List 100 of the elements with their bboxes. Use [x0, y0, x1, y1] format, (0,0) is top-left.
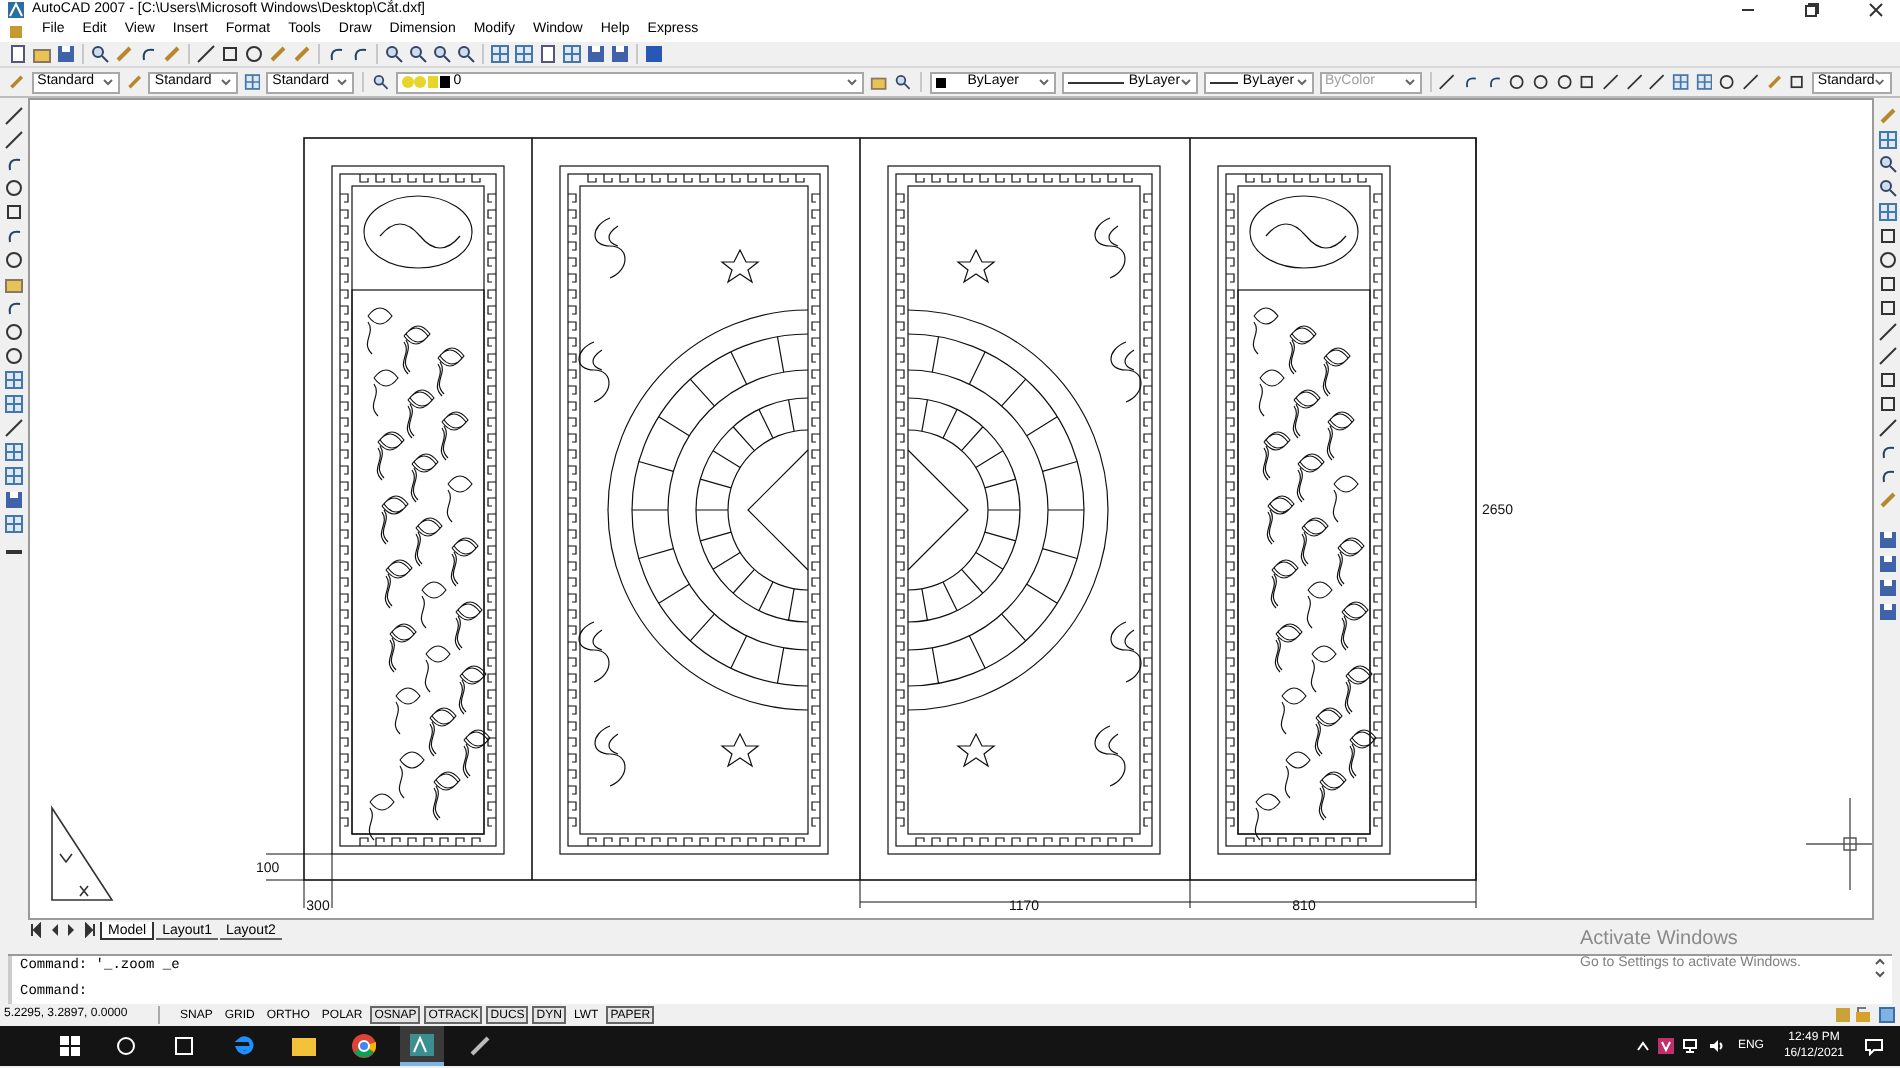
grid-icon[interactable] [514, 44, 534, 64]
circle-icon[interactable] [4, 178, 24, 198]
grid-icon[interactable] [1877, 202, 1897, 222]
grid-icon[interactable] [1695, 72, 1713, 92]
help-icon[interactable] [644, 44, 664, 64]
line-icon[interactable] [1741, 72, 1760, 92]
search-icon[interactable] [116, 1036, 136, 1056]
autocad-icon [410, 1033, 434, 1055]
grid-icon[interactable] [1877, 130, 1897, 150]
line-icon[interactable] [1648, 72, 1666, 92]
caret-icon [846, 76, 859, 88]
folder-icon[interactable] [292, 1036, 316, 1056]
line-icon[interactable] [1625, 72, 1643, 92]
square-icon[interactable] [1877, 394, 1897, 414]
autocad-taskbar-button[interactable] [400, 1026, 444, 1066]
caret-icon [1295, 76, 1307, 88]
page-icon[interactable] [538, 44, 558, 64]
caret-icon [219, 76, 231, 88]
caret-icon [1180, 76, 1193, 88]
tab-nav-icon[interactable] [28, 922, 44, 938]
scroll-up-icon[interactable] [1874, 956, 1886, 968]
square-icon[interactable] [1877, 226, 1897, 246]
color-swatch [935, 77, 946, 87]
lock-icon[interactable] [1834, 1006, 1874, 1024]
magnifier-icon[interactable] [90, 44, 110, 64]
activation-title: Activate Windows [1580, 926, 1740, 954]
caret-icon [336, 76, 349, 88]
line-icon[interactable] [196, 44, 216, 64]
circle-icon[interactable] [1532, 72, 1550, 92]
magnifier-icon[interactable] [894, 72, 912, 92]
magnifier-icon[interactable] [432, 44, 452, 64]
caret-icon [1874, 76, 1886, 88]
circle-icon[interactable] [4, 322, 24, 342]
grid-icon[interactable] [490, 44, 510, 64]
layer-state-icon [401, 74, 450, 90]
grid-icon[interactable] [4, 514, 24, 534]
browser-icon[interactable] [232, 1034, 256, 1058]
circle-icon[interactable] [1508, 72, 1527, 92]
ucs-icon [51, 807, 113, 901]
line-icon[interactable] [1877, 418, 1897, 438]
restore-icon[interactable] [1804, 2, 1820, 18]
caret-icon [101, 76, 114, 88]
circle-icon[interactable] [244, 44, 264, 64]
tab-nav-icon[interactable] [82, 922, 98, 938]
circle-icon[interactable] [1718, 72, 1736, 92]
close-icon[interactable] [1868, 2, 1884, 18]
floppy-icon[interactable] [1877, 530, 1897, 550]
circle-icon[interactable] [4, 250, 24, 270]
floppy-icon[interactable] [586, 44, 606, 64]
line-icon[interactable] [4, 130, 24, 150]
floppy-icon[interactable] [4, 490, 24, 510]
square-icon[interactable] [1877, 298, 1897, 318]
linetype-sample [1067, 81, 1125, 83]
floppy-icon[interactable] [1877, 578, 1897, 598]
magnifier-icon[interactable] [408, 44, 428, 64]
page-icon[interactable] [8, 44, 28, 64]
app-tray-icon[interactable] [1657, 1038, 1674, 1054]
grid-icon[interactable] [4, 394, 24, 414]
lineweight-sample [1210, 81, 1239, 83]
floppy-icon[interactable] [1877, 554, 1897, 574]
circle-icon[interactable] [1555, 72, 1573, 92]
square-icon[interactable] [1578, 72, 1596, 92]
circle-icon[interactable] [1877, 250, 1897, 270]
pencil-icon[interactable] [468, 1034, 492, 1058]
start-icon[interactable] [60, 1036, 80, 1056]
grid-icon[interactable] [243, 72, 261, 92]
floppy-icon[interactable] [56, 44, 76, 64]
line-icon[interactable] [4, 106, 24, 126]
floppy-icon[interactable] [610, 44, 630, 64]
network-icon[interactable] [1681, 1038, 1700, 1054]
grid-icon[interactable] [562, 44, 582, 64]
square-icon[interactable] [1788, 72, 1806, 92]
grid-icon[interactable] [4, 442, 24, 462]
scroll-down-icon[interactable] [1874, 968, 1886, 980]
circle-icon[interactable] [4, 346, 24, 366]
line-icon[interactable] [1438, 72, 1457, 92]
grid-icon[interactable] [4, 370, 24, 390]
line-icon[interactable] [1602, 72, 1620, 92]
floppy-icon[interactable] [1877, 602, 1897, 622]
line-icon[interactable] [4, 418, 24, 438]
clean-screen-icon[interactable] [1878, 1006, 1896, 1024]
line-icon[interactable] [1877, 346, 1897, 366]
magnifier-icon[interactable] [1877, 154, 1897, 174]
magnifier-icon[interactable] [456, 44, 476, 64]
caret-icon [1403, 76, 1416, 88]
square-icon[interactable] [4, 202, 24, 222]
square-icon[interactable] [1877, 370, 1897, 390]
magnifier-icon[interactable] [1877, 178, 1897, 198]
grid-icon[interactable] [1671, 72, 1690, 92]
square-icon[interactable] [220, 44, 240, 64]
chevron-up-icon[interactable] [1635, 1040, 1650, 1052]
chrome-icon[interactable] [352, 1034, 376, 1058]
speaker-icon[interactable] [1707, 1038, 1726, 1054]
grid-icon[interactable] [4, 466, 24, 486]
notification-icon[interactable] [1864, 1037, 1884, 1055]
magnifier-icon[interactable] [372, 72, 390, 92]
magnifier-icon[interactable] [384, 44, 404, 64]
square-icon[interactable] [1877, 274, 1897, 294]
task-view-icon[interactable] [172, 1036, 196, 1056]
line-icon[interactable] [1877, 322, 1897, 342]
